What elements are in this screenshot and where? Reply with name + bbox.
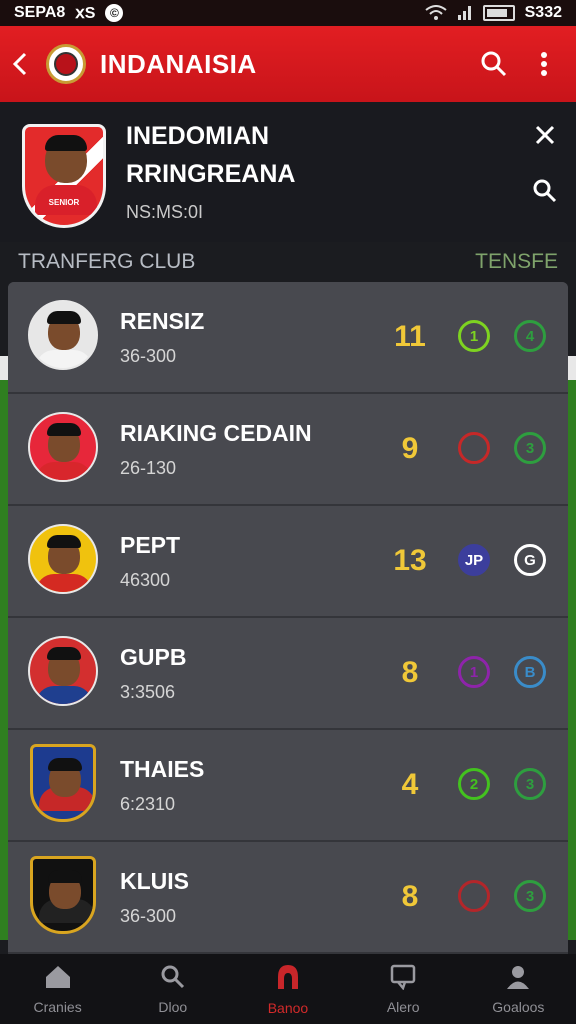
nav-label: Goaloos — [492, 998, 545, 1015]
row-score: 4 — [401, 768, 419, 801]
nav-label: Alero — [386, 998, 420, 1015]
flame-icon — [275, 963, 301, 996]
status-time: SEPA8 — [14, 4, 66, 21]
row-subtitle: 36-300 — [120, 346, 177, 366]
row-name: KLUIS — [120, 868, 189, 894]
nav-label: Dloo — [158, 998, 188, 1015]
stat-badge[interactable]: 1 — [458, 656, 490, 688]
stat-badge[interactable]: 4 — [514, 320, 546, 352]
list-item[interactable]: THAIES 6:2310 4 2 3 — [8, 730, 568, 842]
list-item[interactable]: KLUIS 36-300 8 3 — [8, 842, 568, 954]
search-button[interactable] — [474, 44, 514, 84]
nav-item-banoo[interactable]: Banoo — [238, 963, 338, 1016]
avatar — [28, 524, 98, 594]
stat-badge[interactable] — [458, 880, 490, 912]
status-bar: SEPA8 ⅹS © S332 — [0, 0, 576, 26]
stat-badge[interactable]: 1 — [458, 320, 490, 352]
row-subtitle: 26-130 — [120, 458, 177, 478]
signal-icon — [457, 6, 471, 20]
status-right-text: S332 — [524, 4, 562, 21]
row-name: GUPB — [120, 644, 187, 670]
row-score: 13 — [393, 544, 427, 577]
stat-badge[interactable]: B — [514, 656, 546, 688]
section-header: TRANFERG CLUB TENSFE — [0, 242, 576, 284]
more-vertical-icon — [541, 52, 547, 76]
wifi-icon — [425, 5, 447, 20]
profile-header: SENIOR INEDOMIAN RRINGREANA NS:MS:0I — [0, 102, 576, 242]
section-link[interactable]: TENSFE — [475, 250, 558, 274]
stat-badge[interactable]: 3 — [514, 880, 546, 912]
search-icon — [160, 964, 186, 995]
nav-item-cranies[interactable]: Cranies — [8, 964, 108, 1015]
row-subtitle: 6:2310 — [120, 794, 176, 814]
list-item[interactable]: RIAKING CEDAIN 26-130 9 3 — [8, 394, 568, 506]
row-name: THAIES — [120, 756, 205, 782]
player-badge: SENIOR — [22, 124, 106, 228]
nav-item-alero[interactable]: Alero — [353, 964, 453, 1015]
chat-icon — [390, 964, 416, 995]
badge-label: SENIOR — [48, 198, 80, 207]
profile-meta: NS:MS:0I — [126, 202, 204, 222]
row-name: RIAKING CEDAIN — [120, 420, 312, 446]
row-subtitle: 46300 — [120, 570, 171, 590]
club-crest — [30, 856, 96, 934]
search-icon — [481, 51, 507, 77]
profile-name-line2: RRINGREANA — [126, 160, 296, 188]
close-icon — [535, 125, 555, 145]
profile-icon — [505, 964, 531, 995]
row-score: 8 — [401, 880, 419, 913]
row-name: PEPT — [120, 532, 181, 558]
club-crest — [30, 744, 96, 822]
status-left: SEPA8 ⅹS © — [14, 3, 124, 23]
nav-label: Banoo — [267, 999, 309, 1016]
profile-name-line1: INEDOMIAN — [126, 122, 270, 150]
nav-label: Cranies — [33, 998, 82, 1015]
stat-badge[interactable]: 3 — [514, 432, 546, 464]
list-item[interactable]: RENSIZ 36-300 11 1 4 — [8, 282, 568, 394]
stat-badge[interactable] — [458, 432, 490, 464]
more-options-button[interactable] — [524, 44, 564, 84]
row-score: 8 — [401, 656, 419, 689]
stat-badge[interactable]: 3 — [514, 768, 546, 800]
status-glyph: ⅹS — [75, 5, 96, 22]
row-subtitle: 36-300 — [120, 906, 177, 926]
profile-search-button[interactable] — [530, 176, 560, 206]
bottom-navigation: Cranies Dloo Banoo Alero Goaloos — [0, 954, 576, 1024]
notification-icon: © — [105, 4, 124, 22]
row-score: 9 — [401, 432, 419, 465]
avatar — [28, 412, 98, 482]
avatar — [28, 300, 98, 370]
team-crest-logo — [46, 44, 86, 84]
row-subtitle: 3:3506 — [120, 682, 176, 702]
status-right: S332 — [425, 4, 562, 22]
battery-icon — [482, 5, 515, 21]
app-bar: INDANAISIA — [0, 26, 576, 102]
stat-badge[interactable]: G — [514, 544, 546, 576]
stat-badge[interactable]: JP — [458, 544, 490, 576]
nav-item-dloo[interactable]: Dloo — [123, 964, 223, 1015]
section-title: TRANFERG CLUB — [18, 250, 196, 273]
close-button[interactable] — [530, 120, 560, 150]
back-icon[interactable] — [12, 52, 34, 76]
transfer-list: RENSIZ 36-300 11 1 4 RIAKING CEDAIN 26-1… — [8, 282, 568, 954]
app-title: INDANAISIA — [100, 48, 257, 79]
stat-badge[interactable]: 2 — [458, 768, 490, 800]
row-score: 11 — [394, 320, 426, 353]
nav-item-goaloos[interactable]: Goaloos — [468, 964, 568, 1015]
list-item[interactable]: GUPB 3:3506 8 1 B — [8, 618, 568, 730]
search-icon — [533, 179, 557, 203]
home-icon — [44, 964, 72, 995]
list-item[interactable]: PEPT 46300 13 JP G — [8, 506, 568, 618]
avatar — [28, 636, 98, 706]
row-name: RENSIZ — [120, 308, 205, 334]
